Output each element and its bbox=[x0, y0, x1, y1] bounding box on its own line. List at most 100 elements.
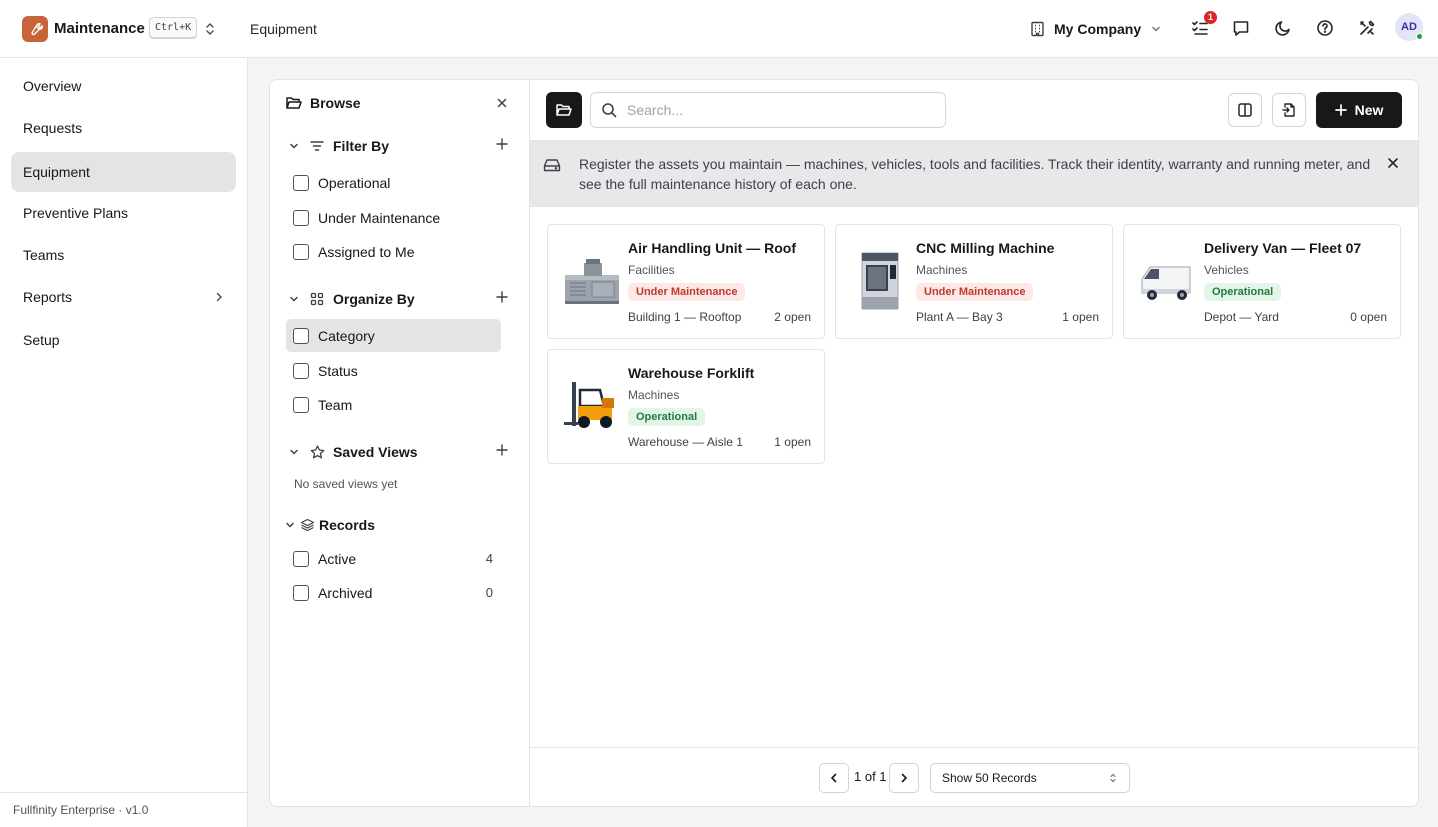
group-option-category[interactable]: Category bbox=[286, 319, 501, 352]
records-section[interactable]: Records bbox=[284, 515, 504, 535]
new-button-label: New bbox=[1354, 102, 1384, 118]
banner-text: Register the assets you maintain — machi… bbox=[579, 156, 1371, 192]
checkbox[interactable] bbox=[293, 550, 309, 567]
sidebar-item-requests[interactable]: Requests bbox=[11, 108, 236, 148]
records-option-active[interactable]: Active 4 bbox=[286, 542, 501, 575]
sidebar-item-reports[interactable]: Reports bbox=[11, 277, 236, 317]
new-button[interactable]: New bbox=[1316, 92, 1402, 128]
checkbox[interactable] bbox=[293, 396, 309, 413]
saved-views-label: Saved Views bbox=[333, 444, 418, 460]
sidebar-item-teams[interactable]: Teams bbox=[11, 235, 236, 275]
shortcut-hint: Ctrl+K bbox=[149, 17, 198, 38]
sidebar-item-label: Preventive Plans bbox=[23, 205, 129, 221]
tools-icon[interactable] bbox=[1357, 18, 1377, 38]
file-import-icon bbox=[1281, 102, 1297, 118]
equipment-card[interactable]: CNC Milling Machine Machines Under Maint… bbox=[835, 224, 1113, 339]
sidebar-item-label: Teams bbox=[23, 247, 65, 263]
equipment-name[interactable]: Air Handling Unit — Roof bbox=[628, 240, 796, 256]
split-view-button[interactable] bbox=[1228, 93, 1262, 127]
notification-badge: 1 bbox=[1204, 11, 1217, 24]
filter-option-assigned-to-me[interactable]: Assigned to Me bbox=[286, 235, 501, 268]
filter-option-operational[interactable]: Operational bbox=[286, 166, 501, 199]
checkbox[interactable] bbox=[293, 584, 309, 601]
checkbox[interactable] bbox=[293, 327, 309, 344]
chevron-down-icon bbox=[288, 140, 302, 152]
filter-option-under-maintenance[interactable]: Under Maintenance bbox=[286, 201, 501, 234]
records-option-archived[interactable]: Archived 0 bbox=[286, 576, 501, 609]
checkbox[interactable] bbox=[293, 209, 309, 226]
group-option-label: Team bbox=[318, 396, 353, 413]
chevron-down-icon bbox=[284, 519, 298, 531]
add-grouping-icon[interactable] bbox=[496, 291, 508, 303]
equipment-name[interactable]: Warehouse Forklift bbox=[628, 365, 754, 381]
online-status-dot bbox=[1416, 33, 1423, 40]
filter-by-section[interactable]: Filter By bbox=[288, 136, 508, 156]
checkbox[interactable] bbox=[293, 243, 309, 260]
group-option-status[interactable]: Status bbox=[286, 354, 501, 387]
import-button[interactable] bbox=[1272, 93, 1306, 127]
equipment-name[interactable]: CNC Milling Machine bbox=[916, 240, 1054, 256]
building-icon bbox=[1030, 21, 1045, 37]
checkbox[interactable] bbox=[293, 174, 309, 191]
chevron-up-down-icon[interactable] bbox=[203, 21, 217, 37]
records-count: 0 bbox=[485, 585, 493, 600]
sidebar: Overview Requests Equipment Preventive P… bbox=[0, 58, 248, 827]
equipment-category: Machines bbox=[916, 263, 968, 277]
wrench-icon[interactable] bbox=[22, 16, 48, 42]
equipment-name[interactable]: Delivery Van — Fleet 07 bbox=[1204, 240, 1361, 256]
filter-by-label: Filter By bbox=[333, 138, 390, 154]
sidebar-item-label: Overview bbox=[23, 78, 82, 94]
company-switcher[interactable]: My Company bbox=[1030, 17, 1162, 41]
chat-icon[interactable] bbox=[1231, 18, 1251, 38]
close-icon[interactable] bbox=[496, 97, 508, 109]
main-panel: Browse Filter By Operational Under Maint… bbox=[269, 79, 1419, 807]
equipment-location: Plant A — Bay 3 bbox=[916, 310, 1003, 324]
browse-header: Browse bbox=[286, 95, 361, 111]
sidebar-item-label: Requests bbox=[23, 120, 83, 136]
chevron-up-down-icon bbox=[1109, 772, 1117, 784]
group-option-team[interactable]: Team bbox=[286, 388, 501, 421]
filter-icon bbox=[310, 140, 326, 152]
page-size-select[interactable]: Show 50 Records bbox=[930, 763, 1130, 793]
open-requests-count: 1 open bbox=[1062, 310, 1099, 324]
open-requests-count: 0 open bbox=[1350, 310, 1387, 324]
group-option-label: Status bbox=[318, 362, 358, 379]
browse-toggle-button[interactable] bbox=[546, 92, 582, 128]
sidebar-item-setup[interactable]: Setup bbox=[11, 320, 236, 360]
sidebar-item-equipment[interactable]: Equipment bbox=[11, 152, 236, 192]
equipment-category: Facilities bbox=[628, 263, 675, 277]
version-footer: Fullfinity Enterprise · v1.0 bbox=[0, 792, 248, 827]
sidebar-item-overview[interactable]: Overview bbox=[11, 66, 236, 106]
search-input[interactable] bbox=[627, 102, 927, 118]
checkbox[interactable] bbox=[293, 362, 309, 379]
add-view-icon[interactable] bbox=[496, 444, 508, 456]
organize-by-label: Organize By bbox=[333, 291, 415, 307]
close-icon[interactable] bbox=[1387, 157, 1399, 169]
organize-by-section[interactable]: Organize By bbox=[288, 289, 508, 309]
chevron-down-icon bbox=[288, 293, 302, 305]
hard-drive-icon bbox=[543, 157, 561, 173]
filter-option-label: Under Maintenance bbox=[318, 209, 441, 226]
equipment-location: Warehouse — Aisle 1 bbox=[628, 435, 743, 449]
dark-mode-icon[interactable] bbox=[1273, 18, 1293, 38]
next-page-button[interactable] bbox=[889, 763, 919, 793]
status-badge: Under Maintenance bbox=[628, 283, 746, 301]
app-name[interactable]: Maintenance bbox=[54, 20, 145, 37]
search-box[interactable] bbox=[590, 92, 946, 128]
grid-icon bbox=[310, 292, 326, 306]
browse-title: Browse bbox=[310, 95, 361, 111]
equipment-card[interactable]: Air Handling Unit — Roof Facilities Unde… bbox=[547, 224, 825, 339]
sidebar-item-preventive-plans[interactable]: Preventive Plans bbox=[11, 193, 236, 233]
help-icon[interactable] bbox=[1315, 18, 1335, 38]
add-filter-icon[interactable] bbox=[496, 138, 508, 150]
chevron-down-icon bbox=[288, 446, 302, 458]
equipment-category: Machines bbox=[628, 388, 680, 402]
layers-icon bbox=[300, 518, 316, 532]
equipment-card[interactable]: Warehouse Forklift Machines Operational … bbox=[547, 349, 825, 464]
top-bar: Maintenance Ctrl+K Equipment My Company … bbox=[0, 0, 1438, 58]
equipment-card[interactable]: Delivery Van — Fleet 07 Vehicles Operati… bbox=[1123, 224, 1401, 339]
saved-views-section[interactable]: Saved Views bbox=[288, 442, 508, 462]
cnc-machine-image bbox=[850, 245, 910, 317]
previous-page-button[interactable] bbox=[819, 763, 849, 793]
equipment-grid: Air Handling Unit — Roof Facilities Unde… bbox=[530, 207, 1418, 747]
